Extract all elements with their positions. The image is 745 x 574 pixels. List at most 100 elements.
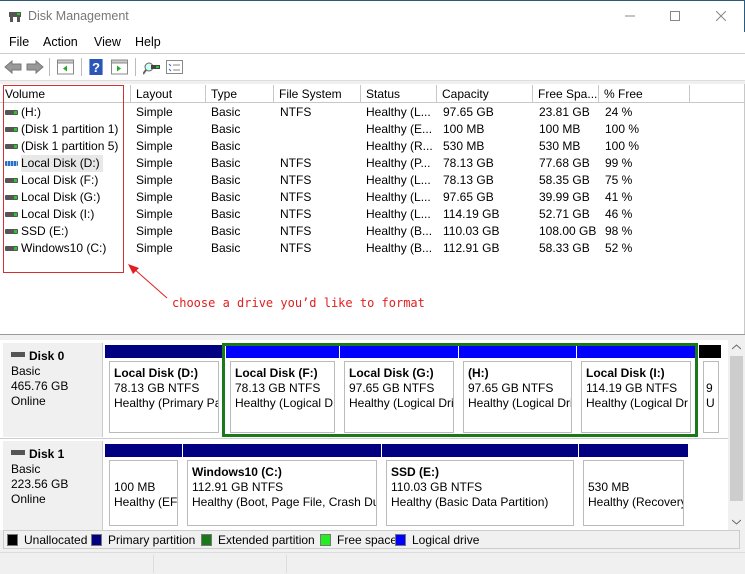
column-header-type[interactable]: Type bbox=[206, 85, 274, 103]
column-header-percent-free[interactable]: % Free bbox=[599, 85, 690, 103]
partition-block[interactable]: Local Disk (D:) 78.13 GB NTFS Healthy (Pri… bbox=[105, 345, 223, 437]
disk-0-name: Disk 0 bbox=[29, 349, 65, 363]
cell-free: 39.99 GB bbox=[539, 190, 590, 204]
column-header-file-system[interactable]: File System bbox=[274, 85, 361, 103]
cell-layout: Simple bbox=[136, 241, 173, 255]
menu-action[interactable]: Action bbox=[43, 35, 78, 49]
cell-pct: 75 % bbox=[605, 173, 633, 187]
partition-name bbox=[114, 465, 173, 480]
cell-free: 58.33 GB bbox=[539, 241, 590, 255]
cell-free: 77.68 GB bbox=[539, 156, 590, 170]
cell-free: 52.71 GB bbox=[539, 207, 590, 221]
toolbar-separator bbox=[81, 58, 82, 76]
help-icon[interactable]: ? bbox=[89, 59, 103, 75]
scroll-up-icon[interactable] bbox=[732, 344, 741, 350]
svg-text:?: ? bbox=[92, 60, 100, 75]
forward-arrow-icon[interactable] bbox=[26, 59, 44, 75]
cell-status: Healthy (B... bbox=[366, 241, 433, 255]
cell-layout: Simple bbox=[136, 122, 173, 136]
cell-layout: Simple bbox=[136, 156, 173, 170]
disk-0-label[interactable]: Disk 0 Basic 465.76 GB Online bbox=[3, 343, 103, 437]
partition-name: Windows10 (C:) bbox=[192, 465, 282, 479]
cell-type: Basic bbox=[211, 241, 241, 255]
partition-info: 100 MB Healthy (EFI bbox=[109, 460, 178, 526]
toolbar-separator bbox=[135, 58, 136, 76]
disk-1-label[interactable]: Disk 1 Basic 223.56 GB Online bbox=[3, 441, 103, 530]
toolbar-separator bbox=[49, 58, 50, 76]
menu-bar: File Action View Help bbox=[0, 32, 745, 54]
partition-size: 78.13 GB NTFS bbox=[114, 381, 200, 395]
maximize-button[interactable] bbox=[652, 1, 698, 31]
show-hide-console-tree-icon[interactable] bbox=[57, 59, 74, 75]
legend-primary-partition: Primary partition bbox=[91, 533, 195, 547]
disk-1-status: Online bbox=[11, 492, 46, 506]
partition-block[interactable]: SSD (E:) 110.03 GB NTFS Healthy (Basic Dat… bbox=[382, 444, 578, 530]
cell-type: Basic bbox=[211, 105, 241, 119]
cell-pct: 100 % bbox=[605, 139, 640, 153]
cell-layout: Simple bbox=[136, 173, 173, 187]
cell-type: Basic bbox=[211, 122, 241, 136]
partition-type-bar bbox=[699, 345, 721, 358]
scrollbar-thumb[interactable] bbox=[730, 356, 743, 501]
cell-fs: NTFS bbox=[280, 156, 312, 170]
cell-capacity: 97.65 GB bbox=[443, 105, 494, 119]
column-header-status[interactable]: Status bbox=[361, 85, 437, 103]
cell-free: 58.35 GB bbox=[539, 173, 590, 187]
cell-fs: NTFS bbox=[280, 173, 312, 187]
cell-capacity: 97.65 GB bbox=[443, 190, 494, 204]
disk-management-app-icon bbox=[9, 12, 21, 22]
cell-type: Basic bbox=[211, 224, 241, 238]
annotation-arrow-icon bbox=[128, 264, 168, 299]
back-arrow-icon[interactable] bbox=[4, 59, 22, 75]
status-separator bbox=[153, 555, 154, 573]
cell-layout: Simple bbox=[136, 139, 173, 153]
menu-file[interactable]: File bbox=[9, 35, 29, 49]
cell-pct: 100 % bbox=[605, 122, 640, 136]
partition-size: 110.03 GB NTFS bbox=[391, 480, 483, 494]
close-icon bbox=[716, 11, 726, 21]
legend-swatch bbox=[320, 534, 331, 546]
cell-type: Basic bbox=[211, 156, 241, 170]
legend-label: Logical drive bbox=[412, 533, 480, 547]
partition-block[interactable]: 100 MB Healthy (EFI bbox=[105, 444, 182, 530]
partition-status: Healthy (Basic Data Partition) bbox=[391, 495, 549, 509]
cell-free: 23.81 GB bbox=[539, 105, 590, 119]
cell-type: Basic bbox=[211, 190, 241, 204]
column-header-layout[interactable]: Layout bbox=[131, 85, 206, 103]
minimize-button[interactable] bbox=[607, 1, 653, 31]
partition-block[interactable]: 9U bbox=[699, 345, 721, 437]
disk-0-type: Basic bbox=[11, 364, 41, 378]
cell-status: Healthy (L... bbox=[366, 207, 431, 221]
partition-status: Healthy (Boot, Page File, Crash Dui bbox=[192, 495, 377, 509]
cell-layout: Simple bbox=[136, 224, 173, 238]
menu-view[interactable]: View bbox=[94, 35, 121, 49]
extended-partition-outline bbox=[222, 343, 698, 437]
cell-capacity: 110.03 GB bbox=[443, 224, 500, 238]
disk-icon bbox=[11, 352, 25, 358]
properties-list-icon[interactable] bbox=[166, 59, 183, 75]
partition-status: Healthy (Recovery bbox=[588, 495, 684, 509]
column-header-capacity[interactable]: Capacity bbox=[437, 85, 533, 103]
disk-0-size: 465.76 GB bbox=[11, 379, 69, 393]
close-button[interactable] bbox=[698, 1, 744, 31]
legend-label: Primary partition bbox=[108, 533, 196, 547]
cell-type: Basic bbox=[211, 173, 241, 187]
legend-extended-partition: Extended partition bbox=[201, 533, 315, 547]
cell-free: 108.00 GB bbox=[539, 224, 597, 238]
partition-type-bar bbox=[183, 444, 381, 457]
cell-free: 100 MB bbox=[539, 122, 581, 136]
cell-capacity: 100 MB bbox=[443, 122, 485, 136]
partition-name bbox=[706, 366, 716, 381]
partition-block[interactable]: 530 MB Healthy (Recovery bbox=[579, 444, 688, 530]
menu-help[interactable]: Help bbox=[135, 35, 161, 49]
partition-block[interactable]: Windows10 (C:) 112.91 GB NTFS Healthy (Boo… bbox=[183, 444, 381, 530]
annotation-text: choose a drive you’d like to format bbox=[172, 296, 425, 310]
column-header-free-space[interactable]: Free Spa... bbox=[533, 85, 599, 103]
vertical-scrollbar[interactable] bbox=[728, 340, 745, 530]
partition-type-bar bbox=[105, 345, 223, 358]
scroll-down-icon[interactable] bbox=[732, 519, 741, 525]
status-separator bbox=[286, 555, 287, 573]
show-action-pane-icon[interactable] bbox=[111, 59, 128, 75]
connect-disk-icon[interactable] bbox=[143, 59, 161, 75]
partition-status: U bbox=[706, 396, 715, 410]
